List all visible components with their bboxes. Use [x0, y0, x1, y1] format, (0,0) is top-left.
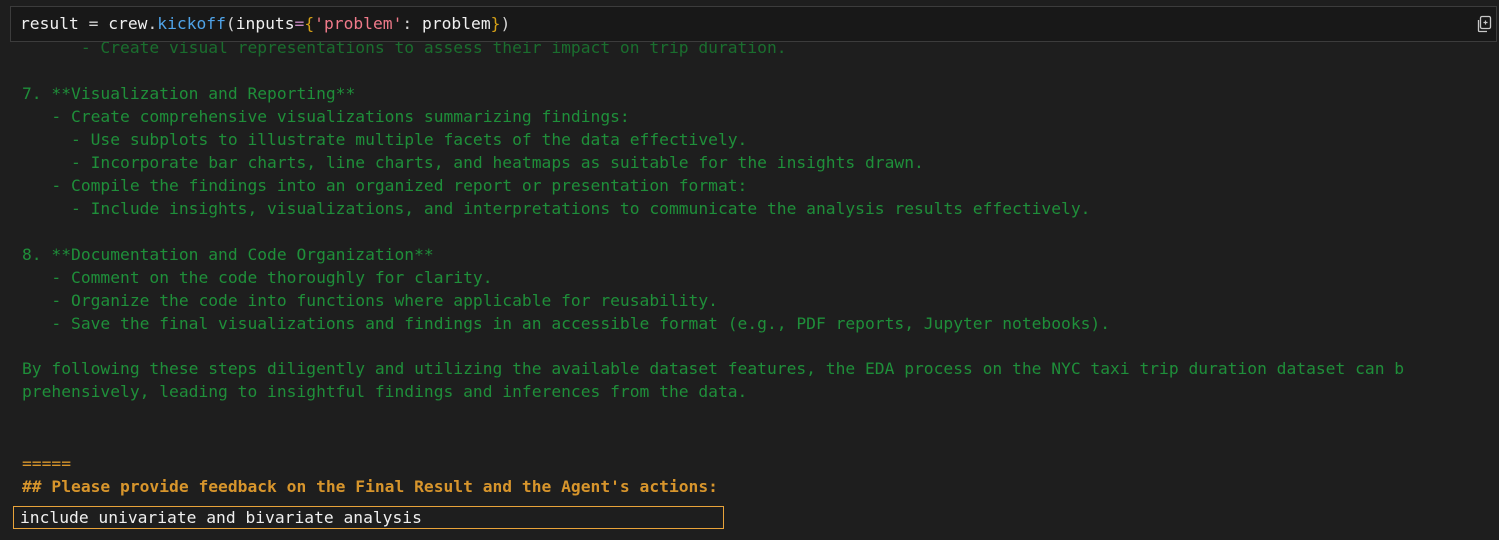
- code-token-string: 'problem': [314, 14, 403, 33]
- output-line-14: prehensively, leading to insightful find…: [22, 382, 748, 401]
- output-line-13: By following these steps diligently and …: [22, 359, 1405, 378]
- output-line-6: - Include insights, visualizations, and …: [22, 199, 1091, 218]
- output-line-2: - Create comprehensive visualizations su…: [22, 107, 630, 126]
- output-line-3: - Use subplots to illustrate multiple fa…: [22, 130, 748, 149]
- code-token-var: result: [20, 14, 79, 33]
- output-line-11: - Save the final visualizations and find…: [22, 314, 1111, 333]
- code-token-assign: =: [78, 14, 109, 33]
- output-area: - Create visual representations to asses…: [0, 0, 1499, 540]
- code-token-paren-open: (: [225, 14, 236, 33]
- copy-icon[interactable]: [1476, 15, 1492, 33]
- code-token-brace-open: {: [304, 14, 315, 33]
- output-line-4: - Incorporate bar charts, line charts, a…: [22, 153, 924, 172]
- output-line-9: - Comment on the code thoroughly for cla…: [22, 268, 493, 287]
- output-line-8: 8. **Documentation and Code Organization…: [22, 245, 434, 264]
- code-token-object: crew: [108, 14, 148, 33]
- output-line-5: - Compile the findings into an organized…: [22, 176, 748, 195]
- output-line-1: 7. **Visualization and Reporting**: [22, 84, 356, 103]
- code-token-kwarg: inputs: [235, 14, 295, 33]
- code-line: result = crew.kickoff(inputs={'problem':…: [20, 12, 510, 35]
- code-token-dot: .: [147, 14, 158, 33]
- code-cell[interactable]: result = crew.kickoff(inputs={'problem':…: [10, 6, 1497, 42]
- code-token-function: kickoff: [157, 14, 226, 33]
- separator: =====: [22, 454, 72, 473]
- feedback-prompt: ## Please provide feedback on the Final …: [22, 477, 718, 496]
- code-token-brace-close: }: [490, 14, 501, 33]
- code-token-paren-close: ): [500, 14, 511, 33]
- code-token-equals: =: [294, 14, 305, 33]
- code-token-colon: :: [402, 14, 423, 33]
- feedback-input[interactable]: [13, 506, 724, 529]
- code-token-value: problem: [422, 14, 491, 33]
- output-line-10: - Organize the code into functions where…: [22, 291, 718, 310]
